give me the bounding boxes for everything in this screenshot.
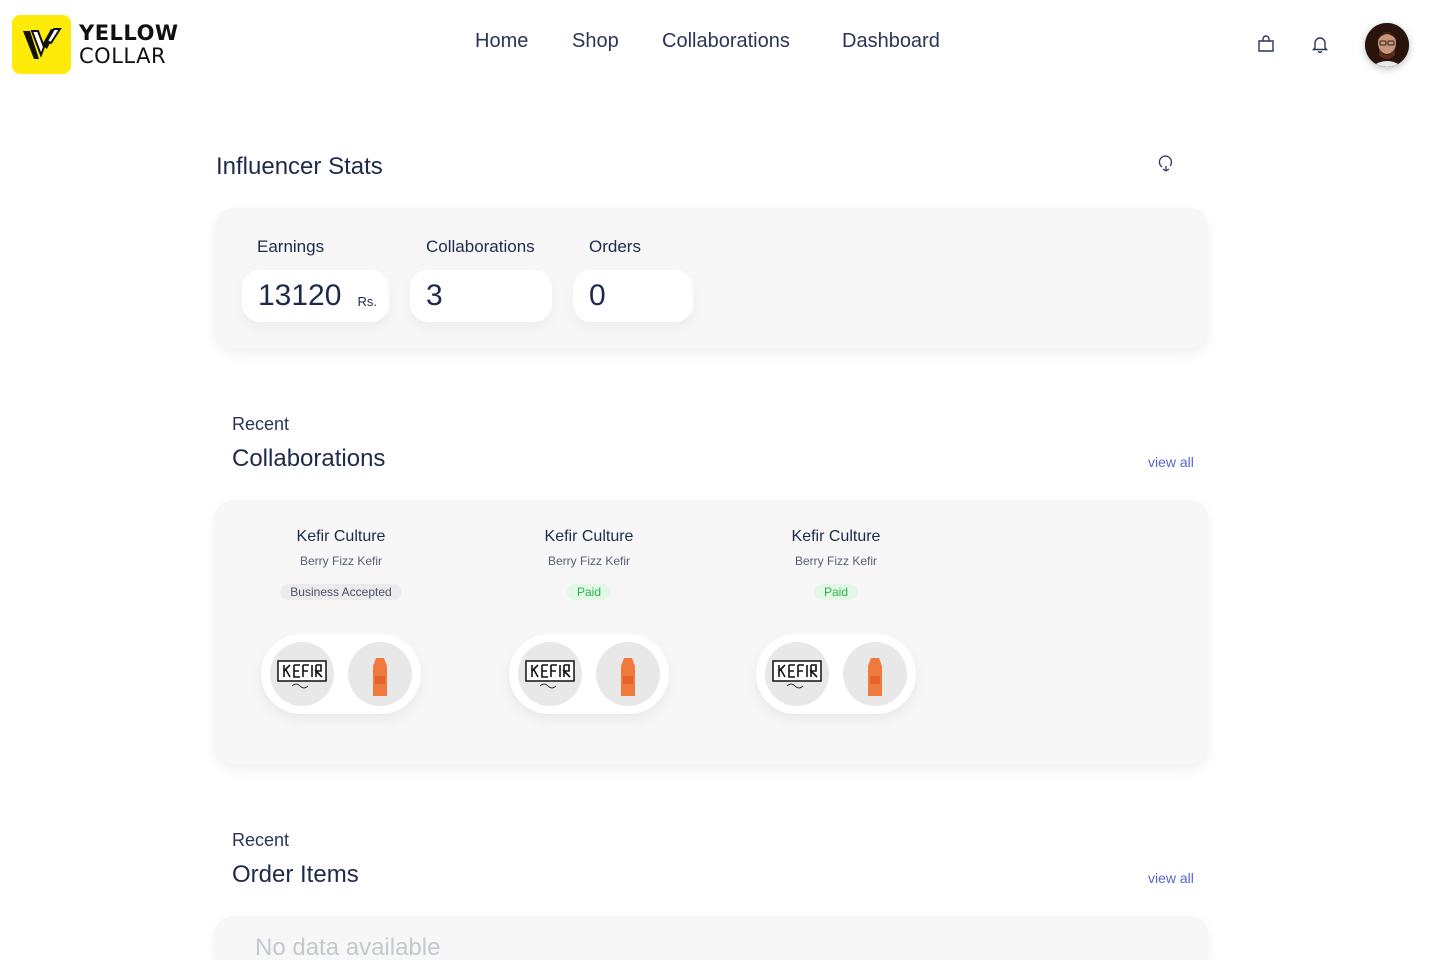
collaboration-product: Berry Fizz Kefir [794,554,877,568]
refresh-icon[interactable] [1155,152,1177,174]
collaboration-product: Berry Fizz Kefir [299,554,382,568]
status-badge: Business Accepted [280,584,402,600]
stats-title: Influencer Stats [216,153,383,180]
nav-dashboard[interactable]: Dashboard [842,30,940,53]
orders-pill: 0 [573,270,693,322]
orders-title: Order Items [232,861,359,888]
orders-value: 0 [589,279,606,312]
collaboration-images [756,634,916,714]
bell-icon[interactable] [1308,32,1332,56]
collaboration-brand: Kefir Culture [791,528,881,545]
orders-card: No data available [215,916,1208,960]
stats-card: Earnings Collaborations Orders 13120 Rs.… [215,208,1208,348]
status-badge: Paid [813,584,859,600]
collaborations-title: Collaborations [232,445,386,472]
collaborations-pill: 3 [410,270,552,322]
product-bottle-image [348,642,412,706]
nav-collaborations[interactable]: Collaborations [662,30,790,53]
collaborations-card: Kefir Culture Berry Fizz Kefir Business … [215,500,1208,764]
collaborations-subtitle: Recent [232,414,290,434]
nav-shop[interactable]: Shop [572,30,619,53]
collaboration-brand: Kefir Culture [296,528,386,545]
collaboration-images [509,634,669,714]
user-avatar[interactable] [1365,23,1409,67]
orders-label: Orders [589,237,641,256]
nav-home[interactable]: Home [475,30,528,53]
orders-subtitle: Recent [232,830,290,850]
product-bottle-image [843,642,907,706]
collaborations-view-all-link[interactable]: view all [1148,454,1194,470]
product-bottle-image [596,642,660,706]
collaboration-product: Berry Fizz Kefir [547,554,630,568]
no-data-message: No data available [255,934,441,960]
orders-view-all-link[interactable]: view all [1148,870,1194,886]
earnings-value: 13120 [258,279,342,312]
earnings-unit: Rs. [357,293,377,309]
status-badge: Paid [566,584,612,600]
shopping-bag-icon[interactable] [1254,32,1278,56]
brand-logo-image [518,642,582,706]
collaborations-value: 3 [426,279,443,312]
earnings-label: Earnings [257,237,325,256]
brand-logo-image [270,642,334,706]
collaboration-images [261,634,421,714]
collaboration-brand: Kefir Culture [544,528,634,545]
collaborations-label: Collaborations [426,237,535,256]
main-nav: Home Shop Collaborations Dashboard [0,30,1432,60]
earnings-pill: 13120 Rs. [242,270,389,322]
brand-logo-image [765,642,829,706]
